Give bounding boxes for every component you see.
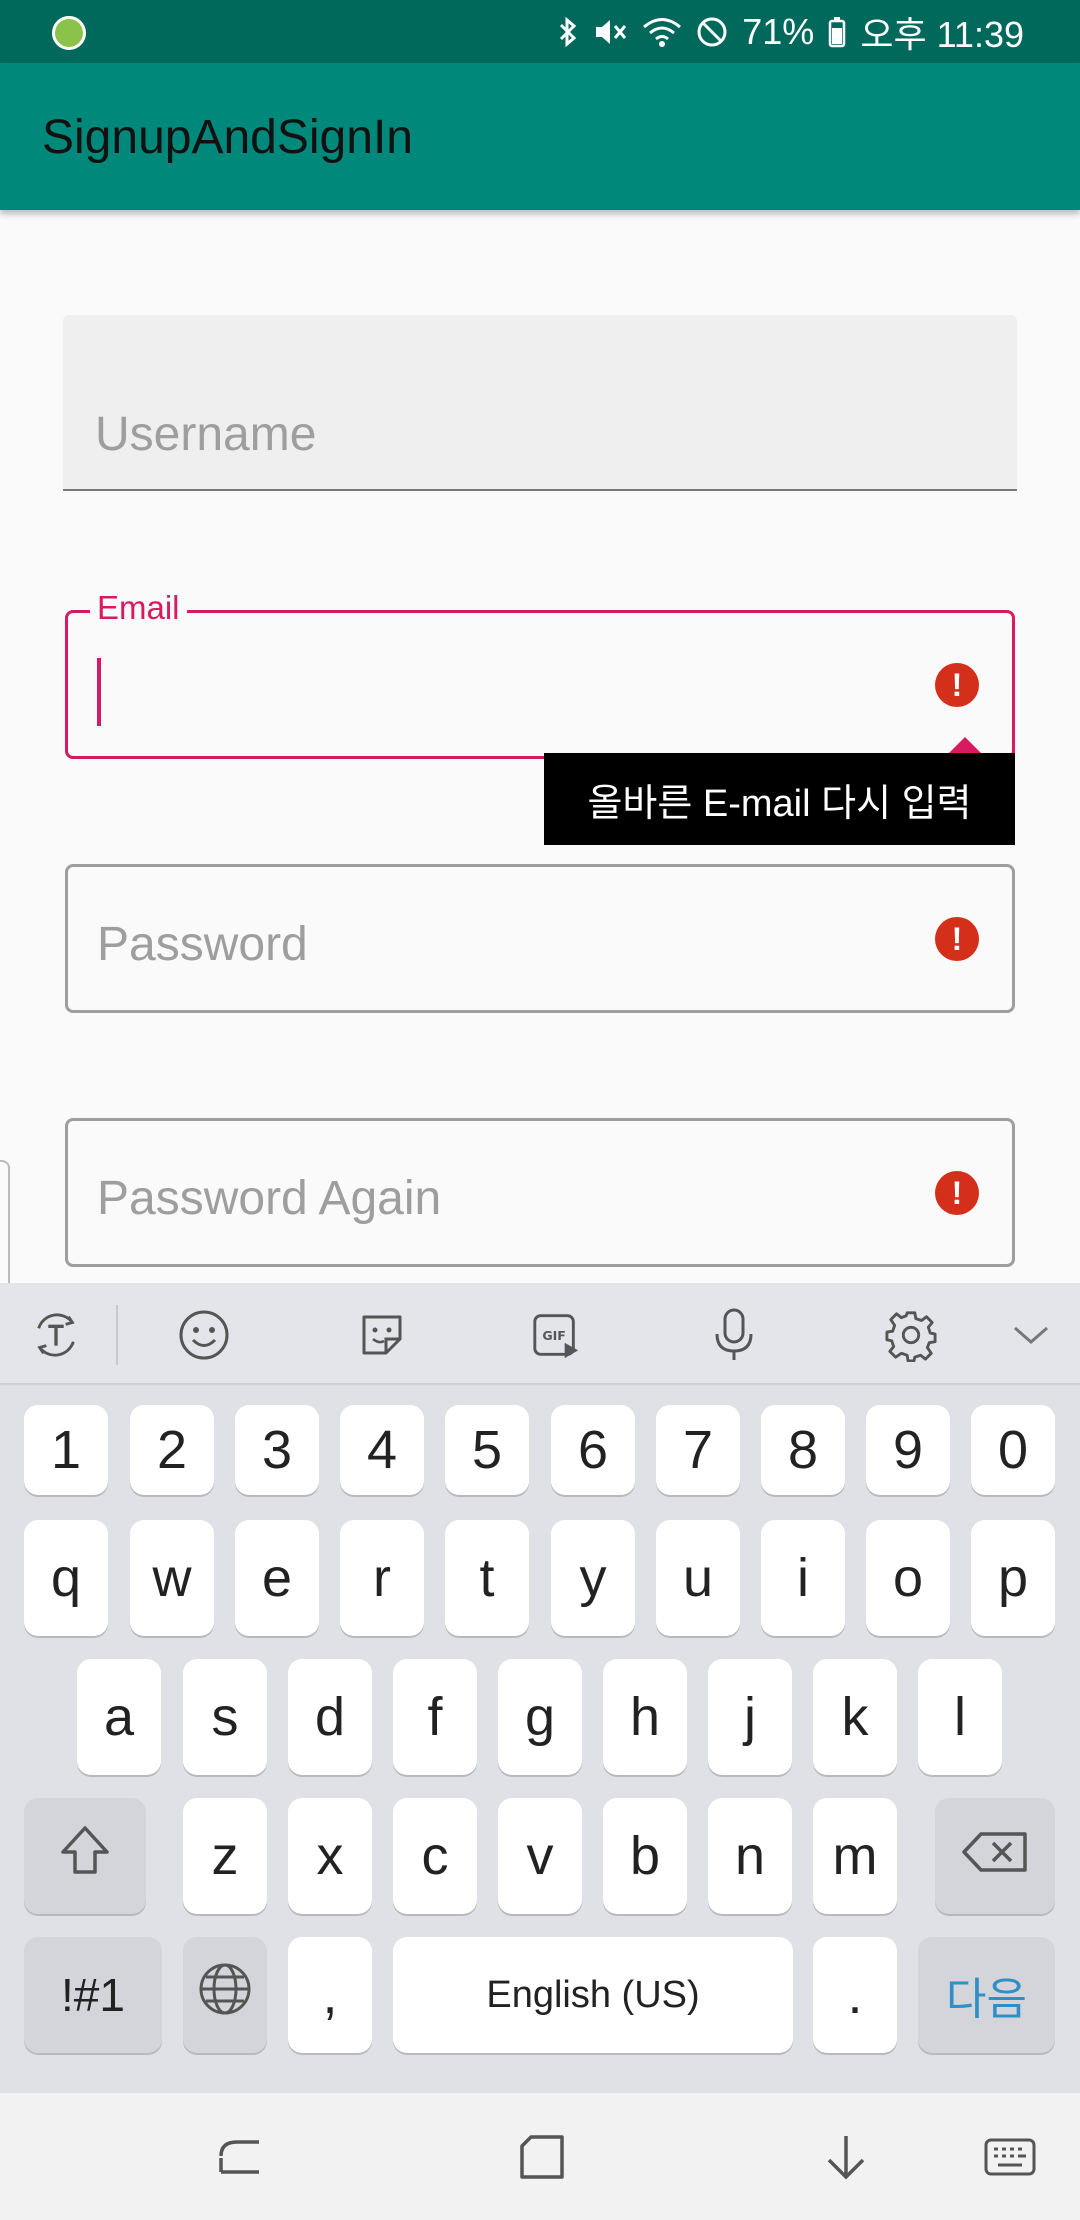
key-v[interactable]: v [498,1798,582,1914]
key-n[interactable]: n [708,1798,792,1914]
key-x[interactable]: x [288,1798,372,1914]
battery-percent: 71% [742,10,815,52]
screen: 71% 오후 11:39 SignupAndSignIn Username Em… [0,0,1080,2220]
home-icon[interactable] [514,2131,570,2183]
app-title: SignupAndSignIn [42,111,413,164]
tooltip-arrow [949,737,981,753]
mute-icon [592,16,628,48]
soft-keyboard: GIF 1 2 3 4 5 6 7 8 9 0 q w e r t y u i … [0,1283,1080,2093]
text-cursor [97,658,101,726]
key-f[interactable]: f [393,1659,477,1775]
key-9[interactable]: 9 [866,1405,950,1495]
key-s[interactable]: s [183,1659,267,1775]
key-m[interactable]: m [813,1798,897,1914]
keyboard-toolbar: GIF [0,1283,1080,1385]
status-bar: 71% 오후 11:39 [0,0,1080,63]
back-icon[interactable] [818,2131,874,2183]
settings-gear-icon[interactable] [885,1309,937,1362]
key-5[interactable]: 5 [445,1405,529,1495]
password-error-icon[interactable]: ! [935,916,979,961]
navigation-bar [0,2093,1080,2220]
key-0[interactable]: 0 [971,1405,1055,1495]
key-o[interactable]: o [866,1520,950,1636]
key-y[interactable]: y [551,1520,635,1636]
key-1[interactable]: 1 [24,1405,108,1495]
gif-icon[interactable]: GIF [530,1309,582,1361]
key-l[interactable]: l [918,1659,1002,1775]
toolbar-divider [116,1305,118,1365]
microphone-icon[interactable] [708,1308,760,1361]
bluetooth-icon [558,16,578,48]
recent-apps-icon[interactable] [212,2131,268,2183]
shift-icon [57,1822,113,1891]
key-a[interactable]: a [77,1659,161,1775]
app-notification-icon [52,16,86,50]
battery-icon [828,16,846,48]
space-key[interactable]: English (US) [393,1937,793,2053]
key-i[interactable]: i [761,1520,845,1636]
key-k[interactable]: k [813,1659,897,1775]
enter-next-key[interactable]: 다음 [918,1937,1055,2053]
text-translate-icon[interactable] [30,1309,82,1361]
password-placeholder: Password [97,918,308,971]
keyboard-switch-icon[interactable] [982,2131,1038,2183]
svg-text:GIF: GIF [542,1328,565,1343]
clock: 오후 11:39 [860,13,1024,55]
key-g[interactable]: g [498,1659,582,1775]
key-4[interactable]: 4 [340,1405,424,1495]
comma-key[interactable]: , [288,1937,372,2053]
key-w[interactable]: w [130,1520,214,1636]
emoji-icon[interactable] [178,1309,230,1361]
username-placeholder: Username [95,408,317,461]
email-label: Email [90,589,187,627]
key-u[interactable]: u [656,1520,740,1636]
key-c[interactable]: c [393,1798,477,1914]
key-2[interactable]: 2 [130,1405,214,1495]
shift-key[interactable] [24,1798,146,1914]
language-key[interactable] [183,1937,267,2053]
key-7[interactable]: 7 [656,1405,740,1495]
key-j[interactable]: j [708,1659,792,1775]
key-6[interactable]: 6 [551,1405,635,1495]
status-icons: 71% 오후 11:39 [558,0,1024,63]
key-e[interactable]: e [235,1520,319,1636]
key-3[interactable]: 3 [235,1405,319,1495]
backspace-key[interactable] [935,1798,1055,1914]
key-p[interactable]: p [971,1520,1055,1636]
username-field[interactable]: Username [63,315,1017,491]
email-error-tooltip: 올바른 E-mail 다시 입력 [544,737,1015,845]
key-8[interactable]: 8 [761,1405,845,1495]
password-again-placeholder: Password Again [97,1172,442,1225]
password-again-field[interactable]: Password Again ! [65,1118,1015,1267]
symbols-key[interactable]: !#1 [24,1937,162,2053]
key-d[interactable]: d [288,1659,372,1775]
email-error-message: 올바른 E-mail 다시 입력 [587,782,972,825]
key-t[interactable]: t [445,1520,529,1636]
collapse-chevron-icon[interactable] [1005,1309,1057,1361]
key-h[interactable]: h [603,1659,687,1775]
sticker-icon[interactable] [356,1309,408,1361]
period-key[interactable]: . [813,1937,897,2053]
backspace-icon [961,1825,1029,1887]
email-field[interactable]: Email ! [65,589,1015,759]
app-bar: SignupAndSignIn [0,63,1080,210]
key-b[interactable]: b [603,1798,687,1914]
key-z[interactable]: z [183,1798,267,1914]
wifi-icon [642,16,682,48]
globe-icon [197,1961,253,2030]
email-error-icon[interactable]: ! [935,662,979,707]
password-field[interactable]: Password ! [65,864,1015,1013]
do-not-disturb-icon [696,16,728,48]
key-r[interactable]: r [340,1520,424,1636]
key-q[interactable]: q [24,1520,108,1636]
password-again-error-icon[interactable]: ! [935,1170,979,1215]
